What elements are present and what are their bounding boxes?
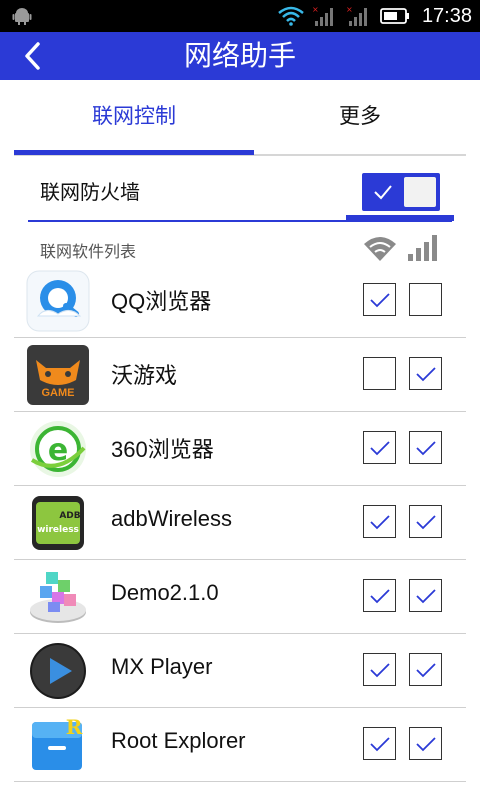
wifi-permission-checkbox[interactable] — [363, 431, 396, 464]
wo-game-icon: GAME — [27, 345, 89, 405]
check-icon — [416, 515, 436, 530]
wifi-permission-checkbox[interactable] — [363, 357, 396, 390]
list-item: MX Player — [0, 634, 480, 708]
firewall-label: 联网防火墙 — [40, 180, 140, 204]
qq-browser-icon — [26, 270, 90, 332]
check-icon — [416, 441, 436, 456]
svg-text:R: R — [66, 715, 83, 739]
back-button[interactable] — [18, 40, 54, 72]
mobile-data-permission-checkbox[interactable] — [409, 357, 442, 390]
check-icon — [370, 737, 390, 752]
tab-more[interactable]: 更多 — [254, 80, 466, 156]
status-time: 17:38 — [421, 4, 472, 27]
svg-text:×: × — [312, 5, 319, 14]
firewall-underline-accent — [346, 215, 454, 221]
check-icon — [416, 737, 436, 752]
svg-text:ADB: ADB — [59, 511, 80, 521]
mobile-data-permission-checkbox[interactable] — [409, 653, 442, 686]
browser-360-icon: e — [30, 421, 86, 477]
tab-network-control[interactable]: 联网控制 — [14, 80, 254, 156]
check-icon — [370, 515, 390, 530]
list-header-label: 联网软件列表 — [40, 242, 137, 261]
android-debug-icon — [12, 8, 32, 25]
demo-cube-icon — [30, 572, 86, 623]
svg-text:GAME: GAME — [42, 387, 75, 399]
check-icon — [416, 367, 436, 382]
tab-bar: 联网控制 更多 — [0, 80, 480, 156]
app-name: 沃游戏 — [111, 363, 178, 388]
list-item: QQ浏览器 — [0, 264, 480, 338]
mobile-data-permission-checkbox[interactable] — [409, 283, 442, 316]
list-item: e 360浏览器 — [0, 412, 480, 486]
svg-text:wireless: wireless — [37, 525, 79, 535]
list-item: GAME 沃游戏 — [0, 338, 480, 412]
check-icon — [370, 663, 390, 678]
adb-wireless-icon: ADB wireless — [32, 496, 84, 550]
wifi-permission-checkbox[interactable] — [363, 283, 396, 316]
mx-player-icon — [30, 643, 86, 699]
list-item: Demo2.1.0 — [0, 560, 480, 634]
list-header: 联网软件列表 — [0, 228, 480, 268]
root-explorer-icon: R — [32, 715, 83, 770]
status-bar: × × 17:38 — [0, 0, 480, 32]
check-icon — [374, 185, 392, 200]
wifi-permission-checkbox[interactable] — [363, 653, 396, 686]
wifi-status-icon — [278, 6, 304, 26]
app-header: 网络助手 — [0, 32, 480, 80]
toggle-knob — [404, 177, 436, 207]
check-icon — [370, 293, 390, 308]
wifi-permission-checkbox[interactable] — [363, 505, 396, 538]
mobile-data-permission-checkbox[interactable] — [409, 727, 442, 760]
mobile-data-permission-checkbox[interactable] — [409, 431, 442, 464]
app-name: Demo2.1.0 — [111, 580, 219, 605]
mobile-data-column-icon — [408, 235, 437, 261]
row-divider — [14, 781, 466, 782]
check-icon — [416, 663, 436, 678]
wifi-column-icon — [364, 237, 396, 261]
list-item: R Root Explorer — [0, 708, 480, 782]
app-name: QQ浏览器 — [111, 289, 212, 314]
firewall-toggle[interactable] — [362, 173, 440, 211]
check-icon — [416, 589, 436, 604]
mobile-data-permission-checkbox[interactable] — [409, 505, 442, 538]
app-name: Root Explorer — [111, 728, 246, 753]
signal-1-icon: × — [312, 5, 333, 26]
signal-2-icon: × — [346, 5, 367, 26]
svg-text:×: × — [346, 5, 353, 14]
list-item: ADB wireless adbWireless — [0, 486, 480, 560]
app-name: 360浏览器 — [111, 437, 214, 462]
chevron-left-icon — [25, 42, 40, 70]
wifi-permission-checkbox[interactable] — [363, 579, 396, 612]
page-title: 网络助手 — [183, 39, 296, 72]
mobile-data-permission-checkbox[interactable] — [409, 579, 442, 612]
battery-icon — [380, 8, 409, 24]
wifi-permission-checkbox[interactable] — [363, 727, 396, 760]
check-icon — [370, 441, 390, 456]
app-name: adbWireless — [111, 506, 233, 531]
active-tab-indicator — [14, 150, 254, 155]
app-name: MX Player — [111, 654, 213, 679]
check-icon — [370, 589, 390, 604]
